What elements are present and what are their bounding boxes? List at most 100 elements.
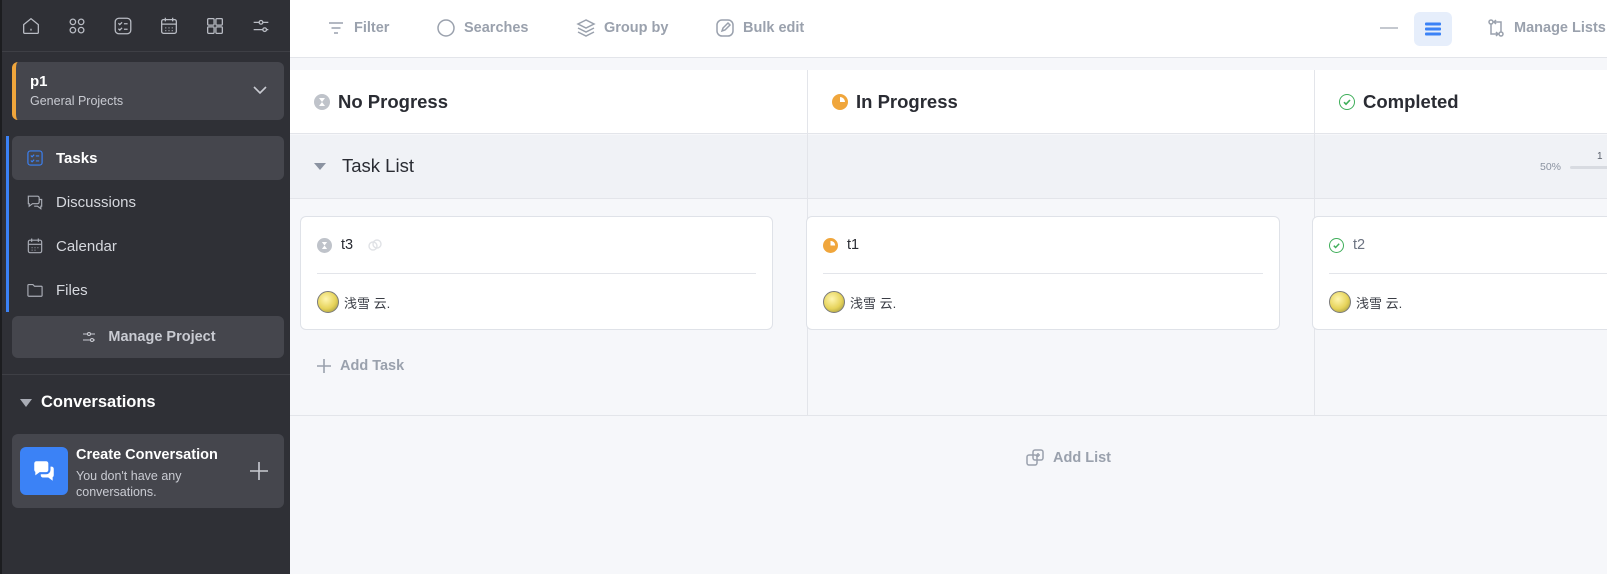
assignee-name: 浅雪 云.	[1356, 295, 1403, 311]
apps-grid-icon[interactable]	[65, 14, 89, 38]
manage-lists-button[interactable]: Manage Lists	[1486, 18, 1606, 38]
card-divider	[823, 273, 1263, 274]
searches-button[interactable]: Searches	[436, 18, 529, 38]
project-name: p1	[30, 73, 48, 90]
completed-check-icon	[1329, 237, 1344, 253]
list-progress-percent: 50%	[1540, 161, 1562, 173]
no-conversations-text: You don't have any conversations.	[76, 469, 182, 499]
plus-icon	[248, 460, 270, 482]
task-card-t1[interactable]: t1 浅雪 云.	[806, 216, 1280, 330]
column-header-completed: Completed	[1315, 70, 1607, 134]
nav-item-calendar[interactable]: Calendar	[12, 224, 284, 268]
column-header-no-progress: No Progress	[290, 70, 807, 134]
folder-icon	[24, 279, 46, 301]
collapse-view-button[interactable]	[1380, 27, 1398, 29]
nav-item-files[interactable]: Files	[12, 268, 284, 312]
group-by-button[interactable]: Group by	[576, 18, 668, 38]
no-progress-status-icon	[317, 237, 332, 253]
task-assignee: 浅雪 云.	[1329, 291, 1402, 313]
list-bottom-border	[290, 415, 1607, 416]
filter-button[interactable]: Filter	[326, 18, 389, 38]
task-assignee: 浅雪 云.	[317, 291, 390, 313]
column-title: In Progress	[856, 90, 958, 112]
plus-icon	[317, 359, 331, 373]
task-card-title-row: t1	[823, 237, 859, 253]
manage-project-label: Manage Project	[108, 329, 216, 345]
project-nav: Tasks Discussions Calendar Files	[6, 136, 292, 312]
task-card-t2[interactable]: t2 浅雪 云.	[1312, 216, 1607, 330]
dashboard-icon[interactable]	[203, 14, 227, 38]
nav-item-label: Files	[56, 281, 88, 299]
column-title: Completed	[1363, 90, 1459, 112]
nav-item-label: Discussions	[56, 193, 137, 211]
chat-bubbles-icon	[20, 447, 68, 495]
list-progress-bar	[1570, 166, 1607, 169]
task-assignee: 浅雪 云.	[823, 291, 896, 313]
task-list-header: Task List 50% 1	[290, 135, 1607, 199]
calendar-icon[interactable]	[157, 14, 181, 38]
card-divider	[1329, 273, 1607, 274]
avatar	[317, 291, 339, 313]
filter-icon	[329, 22, 343, 34]
nav-item-label: Tasks	[56, 149, 98, 167]
layers-icon	[576, 19, 596, 37]
task-card-title-row: t2	[1329, 237, 1365, 253]
avatar	[1329, 291, 1351, 313]
tasks-icon	[24, 147, 46, 169]
column-title: No Progress	[338, 90, 449, 112]
tasks-checklist-icon[interactable]	[111, 14, 135, 38]
create-conversation-button[interactable]: Create Conversation You don't have any c…	[12, 434, 284, 508]
task-list-title: Task List	[342, 155, 414, 176]
list-task-count: 1	[1597, 151, 1603, 162]
discussions-icon	[24, 191, 46, 213]
list-view-button[interactable]	[1414, 12, 1452, 46]
subtasks-icon	[367, 237, 383, 253]
settings-sliders-icon	[83, 331, 96, 343]
nav-item-tasks[interactable]: Tasks	[12, 136, 284, 180]
task-title: t1	[847, 237, 860, 253]
collapse-list-caret-icon[interactable]	[314, 163, 326, 170]
in-progress-status-icon	[823, 237, 838, 253]
task-card-t3[interactable]: t3 浅雪 云.	[300, 216, 773, 330]
bulk-edit-label: Bulk edit	[743, 20, 805, 36]
settings-sliders-icon[interactable]	[249, 14, 273, 38]
toolbar: Filter Searches Group by Bulk edit Manag…	[290, 0, 1607, 58]
manage-project-button[interactable]: Manage Project	[12, 316, 284, 358]
home-icon[interactable]	[19, 14, 43, 38]
card-divider	[317, 273, 756, 274]
sidebar: p1 General Projects Tasks Discussions Ca…	[0, 0, 290, 574]
conversations-heading: Conversations	[41, 393, 156, 411]
avatar	[823, 291, 845, 313]
manage-lists-label: Manage Lists	[1514, 20, 1606, 36]
main-board: Filter Searches Group by Bulk edit Manag…	[290, 0, 1607, 574]
searches-label: Searches	[464, 20, 529, 36]
manage-lists-icon	[1488, 19, 1504, 37]
add-list-button[interactable]: Add List	[1025, 448, 1111, 468]
add-list-label: Add List	[1053, 450, 1111, 466]
add-list-icon	[1026, 449, 1044, 466]
in-progress-status-icon	[832, 93, 848, 110]
list-view-icon	[1425, 22, 1441, 36]
group-by-label: Group by	[604, 20, 669, 36]
caret-down-icon	[20, 398, 32, 407]
bulk-edit-button[interactable]: Bulk edit	[715, 18, 804, 38]
project-category: General Projects	[30, 94, 124, 108]
completed-check-icon	[1339, 93, 1355, 110]
task-title: t3	[341, 237, 354, 253]
nav-item-discussions[interactable]: Discussions	[12, 180, 284, 224]
add-task-button[interactable]: Add Task	[316, 358, 404, 374]
project-selector[interactable]: p1 General Projects	[12, 62, 284, 120]
sidebar-top-icons	[2, 0, 290, 52]
calendar-icon	[24, 235, 46, 257]
search-icon	[437, 19, 455, 37]
nav-item-label: Calendar	[56, 237, 117, 255]
create-conversation-title: Create Conversation	[76, 447, 218, 463]
task-title: t2	[1353, 237, 1366, 253]
no-progress-status-icon	[314, 93, 330, 110]
conversations-toggle[interactable]: Conversations	[20, 393, 156, 412]
edit-pencil-icon	[716, 19, 734, 37]
divider	[2, 374, 290, 375]
assignee-name: 浅雪 云.	[850, 295, 897, 311]
add-task-label: Add Task	[340, 358, 405, 374]
task-card-title-row: t3	[317, 237, 383, 253]
